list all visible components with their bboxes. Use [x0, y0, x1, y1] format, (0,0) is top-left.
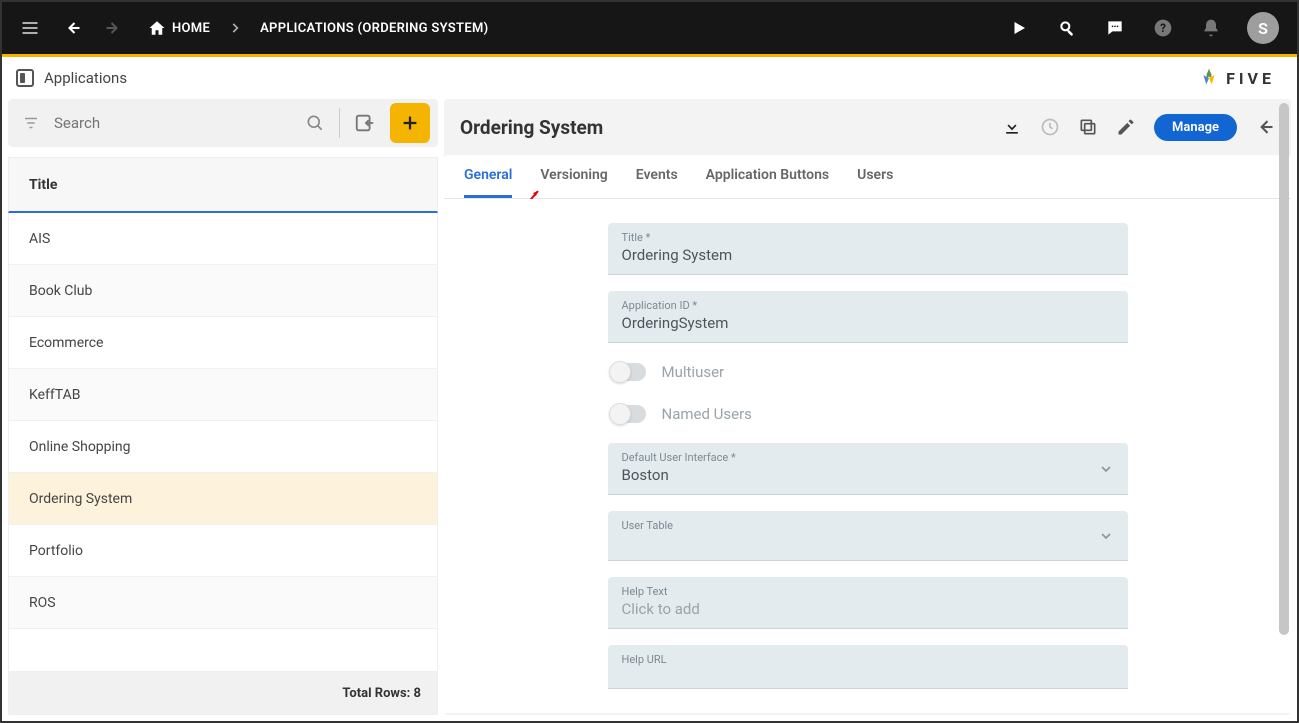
applications-list: AISBook ClubEcommerceKeffTABOnline Shopp… [8, 213, 438, 671]
manage-button[interactable]: Manage [1154, 114, 1237, 141]
namedusers-row: Named Users [608, 401, 1128, 427]
menu-icon[interactable] [12, 10, 48, 46]
helptext-field[interactable]: Help Text Click to add [608, 577, 1128, 629]
search-row [8, 99, 438, 147]
brand: FIVE [1198, 67, 1283, 89]
search-icon[interactable] [1049, 10, 1085, 46]
multiuser-toggle[interactable] [610, 363, 646, 381]
breadcrumb: HOME APPLICATIONS (ORDERING SYSTEM) [148, 19, 489, 37]
helptext-field-label: Help Text [622, 585, 1114, 598]
title-field-label: Title * [622, 231, 1114, 244]
history-icon[interactable] [1040, 117, 1060, 137]
back-icon[interactable] [54, 10, 90, 46]
list-item[interactable]: Portfolio [9, 525, 437, 577]
avatar[interactable]: S [1247, 12, 1279, 44]
add-button[interactable] [390, 103, 430, 143]
tab-general[interactable]: General [464, 155, 512, 198]
multiuser-row: Multiuser [608, 359, 1128, 385]
usertable-field[interactable]: User Table [608, 511, 1128, 561]
back-detail-icon[interactable] [1255, 117, 1275, 137]
usertable-field-label: User Table [622, 519, 1114, 532]
list-item[interactable]: AIS [9, 213, 437, 265]
home-label: HOME [172, 21, 210, 36]
topbar: HOME APPLICATIONS (ORDERING SYSTEM) ? S [2, 2, 1297, 54]
form-scroll[interactable]: Title * Ordering System Application ID *… [444, 199, 1291, 713]
left-panel: Title AISBook ClubEcommerceKeffTABOnline… [8, 99, 438, 715]
appid-field-label: Application ID * [622, 299, 1114, 312]
chevron-right-icon [228, 21, 242, 35]
brand-logo-icon [1198, 67, 1220, 89]
applications-icon [16, 69, 34, 87]
chevron-down-icon [1098, 461, 1114, 477]
svg-text:?: ? [1160, 21, 1166, 35]
import-icon[interactable] [348, 106, 382, 140]
right-panel: Ordering System Manage [444, 99, 1291, 715]
ui-field-value: Boston [622, 466, 1114, 484]
tab-users[interactable]: Users [857, 155, 893, 198]
detail-title: Ordering System [460, 116, 603, 139]
tab-versioning[interactable]: Versioning [540, 155, 607, 198]
ui-field[interactable]: Default User Interface * Boston [608, 443, 1128, 495]
header-actions: Manage [1002, 114, 1275, 141]
appid-field-value: OrderingSystem [622, 314, 1114, 332]
tab-application-buttons[interactable]: Application Buttons [706, 155, 829, 198]
namedusers-toggle[interactable] [610, 405, 646, 423]
title-field[interactable]: Title * Ordering System [608, 223, 1128, 275]
list-header-title: Title [29, 177, 57, 193]
list-item[interactable]: Book Club [9, 265, 437, 317]
subheader: Applications FIVE [2, 57, 1297, 99]
list-item[interactable]: ROS [9, 577, 437, 629]
appid-field[interactable]: Application ID * OrderingSystem [608, 291, 1128, 343]
avatar-letter: S [1258, 19, 1268, 38]
search-list-icon[interactable] [299, 113, 331, 133]
list-item[interactable]: Ecommerce [9, 317, 437, 369]
total-rows: Total Rows: 8 [342, 686, 421, 701]
list-header[interactable]: Title [8, 157, 438, 213]
helpurl-field-label: Help URL [622, 653, 1114, 666]
page-title: Applications [44, 69, 127, 87]
list-item[interactable]: KeffTAB [9, 369, 437, 421]
tab-events[interactable]: Events [636, 155, 678, 198]
brand-text: FIVE [1226, 69, 1275, 88]
search-input[interactable] [50, 114, 295, 132]
home-icon[interactable]: HOME [148, 19, 210, 37]
help-icon[interactable]: ? [1145, 10, 1181, 46]
ui-field-label: Default User Interface * [622, 451, 1114, 464]
chat-icon[interactable] [1097, 10, 1133, 46]
download-icon[interactable] [1002, 117, 1022, 137]
detail-header: Ordering System Manage [444, 99, 1291, 155]
crumb-current[interactable]: APPLICATIONS (ORDERING SYSTEM) [260, 21, 488, 36]
list-item[interactable]: Ordering System [9, 473, 437, 525]
play-icon[interactable] [1001, 10, 1037, 46]
tabs-wrap: General Versioning Events Application Butto… [444, 155, 1291, 713]
helptext-field-placeholder: Click to add [622, 600, 1114, 618]
namedusers-label: Named Users [662, 405, 752, 423]
scrollbar[interactable] [1279, 103, 1289, 635]
chevron-down-icon [1098, 528, 1114, 544]
filter-icon[interactable] [16, 114, 46, 132]
form: Title * Ordering System Application ID *… [608, 223, 1128, 689]
title-field-value: Ordering System [622, 246, 1114, 264]
bell-icon[interactable] [1193, 10, 1229, 46]
multiuser-label: Multiuser [662, 363, 725, 381]
list-footer: Total Rows: 8 [8, 671, 438, 715]
tabs: General Versioning Events Application Butto… [444, 155, 1291, 199]
list-item[interactable]: Online Shopping [9, 421, 437, 473]
edit-icon[interactable] [1116, 117, 1136, 137]
forward-icon [96, 10, 132, 46]
main: Title AISBook ClubEcommerceKeffTABOnline… [2, 99, 1297, 721]
helpurl-field[interactable]: Help URL [608, 645, 1128, 689]
copy-icon[interactable] [1078, 117, 1098, 137]
divider [339, 108, 340, 138]
